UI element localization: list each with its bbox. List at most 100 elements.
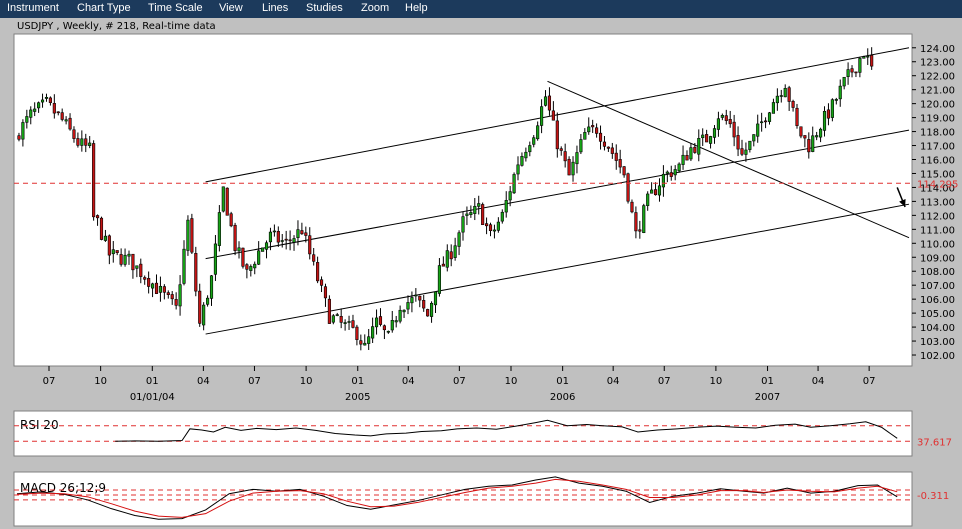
price-tick-label: 121.00 [920,86,955,97]
candle-body [646,193,650,206]
candle-body [567,158,571,176]
rsi-panel[interactable] [13,410,913,457]
candle-body [135,265,139,269]
date-tick-label: 07 [248,376,261,387]
menu-studies[interactable]: Studies [306,2,343,14]
candle-body [697,138,701,155]
candle-body [571,161,575,176]
menu-lines[interactable]: Lines [262,2,288,14]
date-tick-label: 07 [658,376,671,387]
candle-body [842,76,846,87]
menu-bar: Instrument Chart Type Time Scale View Li… [0,0,962,18]
candle-body [834,99,838,101]
candle-body [481,204,485,226]
candle-body [429,302,434,317]
candle-body [524,151,528,159]
candle-body [543,96,548,106]
rsi-title: RSI 20 [20,418,59,432]
candle-body [445,250,449,268]
candle-body [677,163,681,172]
candle-body [520,156,524,166]
candle-body [174,299,178,306]
candle-body [170,294,174,300]
candle-body [870,55,874,67]
candle-body [500,211,504,222]
candle-body [374,317,379,328]
candle-body [308,235,312,255]
candle-body [359,340,363,345]
price-panel[interactable] [13,33,913,367]
candle-body [587,126,591,133]
candle-body [492,229,497,232]
date-tick-label: 10 [300,376,313,387]
candle-body [92,143,96,218]
price-tick-label: 116.00 [920,156,955,167]
candle-body [378,316,383,325]
candle-body [296,229,300,238]
candle-body [367,336,371,344]
candle-body [60,112,64,120]
candle-body [441,263,445,267]
price-tick-label: 110.00 [920,239,955,250]
menu-help[interactable]: Help [405,2,428,14]
candle-body [815,135,819,138]
candle-body [724,115,728,121]
candle-body [202,304,206,326]
candle-body [669,172,673,177]
candle-body [355,326,359,340]
candle-body [850,68,854,73]
candle-body [206,297,210,305]
candle-body [261,247,265,252]
date-tick-label: 04 [197,376,210,387]
menu-chart-type[interactable]: Chart Type [77,2,131,14]
candle-body [650,189,654,194]
candle-body [111,249,115,255]
date-tick-label: 04 [812,376,825,387]
candle-body [791,100,795,108]
candle-body [689,147,693,160]
menu-instrument[interactable]: Instrument [7,2,59,14]
reference-price-label: 114.295 [917,179,958,190]
candle-body [316,262,320,282]
candle-body [799,126,803,137]
candle-body [288,239,292,242]
candle-body [166,292,170,295]
candle-body [575,152,579,165]
candle-body [304,232,308,236]
candle-body [331,315,335,323]
candle-body [88,142,92,146]
candle-body [150,283,155,289]
candle-body [162,286,166,293]
candle-body [29,109,33,118]
candle-body [783,87,787,98]
menu-time-scale[interactable]: Time Scale [148,2,203,14]
candle-body [528,145,532,153]
candle-body [268,231,273,243]
price-tick-label: 113.00 [920,197,955,208]
candle-body [17,135,21,140]
price-tick-label: 112.00 [920,211,955,222]
date-tick-label: 01 [556,376,569,387]
candle-body [638,229,642,232]
candle-body [602,141,607,147]
menu-view[interactable]: View [219,2,243,14]
candle-body [532,137,536,145]
candle-body [351,320,355,328]
date-tick-label: 10 [505,376,518,387]
candle-body [52,103,56,114]
candle-body [657,185,662,196]
candle-body [371,326,375,339]
candle-body [614,152,618,161]
candle-body [272,230,276,233]
candle-body [147,278,151,287]
candle-body [661,173,665,188]
candle-body [127,253,131,257]
menu-zoom[interactable]: Zoom [361,2,389,14]
candle-body [209,275,214,299]
candle-body [461,216,465,233]
candle-body [225,187,229,216]
candle-body [249,266,253,271]
chart-canvas[interactable]: USDJPY , Weekly, # 218, Real-time data 1… [0,18,962,529]
candle-body [107,235,111,256]
date-year-label: 2007 [755,392,780,403]
